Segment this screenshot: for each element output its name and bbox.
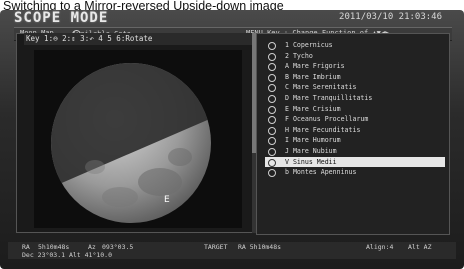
target-name: F Oceanus Procellarum (285, 115, 369, 124)
target-ring-icon (268, 169, 276, 178)
target-list-item[interactable]: J Mare Nubium (265, 146, 445, 157)
target-name: 2 Tycho (285, 51, 313, 60)
mode-title: SCOPE MODE (14, 10, 109, 26)
target-list-panel: 1 Copernicus 2 Tycho A Mare Frigoris B Mare… (256, 33, 450, 235)
target-ring-icon (268, 94, 276, 103)
target-list: 1 Copernicus 2 Tycho A Mare Frigoris B Mare… (265, 40, 445, 178)
target-list-item[interactable]: A Mare Frigoris (265, 61, 445, 72)
target-list-item[interactable]: E Mare Crisium (265, 104, 445, 115)
target-ring-icon (268, 73, 276, 82)
target-name: 1 Copernicus (285, 41, 333, 49)
target-list-item[interactable]: I Mare Humorum (265, 135, 445, 146)
target-name: J Mare Nubium (285, 146, 337, 155)
mount-mode: Alt AZ (408, 243, 432, 251)
dec-alt-line: Dec 23°03.1 Alt 41°10.0 (22, 251, 113, 259)
target-name: E Mare Crisium (285, 104, 341, 113)
selected-target-marker: E (164, 195, 170, 205)
target-ring-icon (268, 105, 276, 114)
target-ring-icon (268, 158, 276, 167)
ra-label: RA (22, 243, 30, 251)
status-bar: RA 5h10m48s Az 093°03.5 TARGET RA 5h10m4… (8, 242, 456, 259)
target-list-item[interactable]: b Montes Apenninus (265, 167, 445, 178)
datetime: 2011/03/10 21:03:46 (339, 12, 442, 22)
target-name: D Mare Tranquillitatis (285, 93, 373, 102)
target-list-item[interactable]: C Mare Serenitatis (265, 82, 445, 93)
target-name: C Mare Serenitatis (285, 83, 357, 92)
target-name: A Mare Frigoris (285, 62, 345, 71)
target-list-item[interactable]: V Sinus Medii (265, 156, 445, 168)
az-value: 093°03.5 (102, 243, 134, 251)
target-ring-icon (268, 137, 276, 146)
target-ring-icon (268, 116, 276, 125)
target-list-item[interactable]: 2 Tycho (265, 51, 445, 62)
target-list-item[interactable]: 1 Copernicus (265, 40, 445, 51)
target-ring-icon (268, 52, 276, 61)
target-ring-icon (268, 84, 276, 93)
moon-image (51, 63, 211, 223)
target-ring-icon (268, 42, 276, 50)
target-label: TARGET (204, 243, 228, 251)
target-list-item[interactable]: F Oceanus Procellarum (265, 114, 445, 125)
marker-label: E (164, 195, 170, 205)
target-name: B Mare Imbrium (285, 72, 341, 81)
target-list-item[interactable]: B Mare Imbrium (265, 72, 445, 83)
target-list-item[interactable]: D Mare Tranquillitatis (265, 93, 445, 104)
target-list-item[interactable]: H Mare Fecunditatis (265, 125, 445, 136)
target-name: V Sinus Medii (285, 157, 337, 166)
target-ring-icon (268, 126, 276, 135)
target-ring-icon (268, 63, 276, 72)
ra-value: 5h10m48s (38, 243, 70, 251)
az-label: Az (88, 243, 96, 251)
target-name: b Montes Apenninus (285, 168, 357, 177)
target-name: H Mare Fecunditatis (285, 125, 361, 134)
target-ring-icon (268, 147, 276, 156)
align-status: Align:4 (366, 243, 394, 251)
target-name: I Mare Humorum (285, 136, 341, 145)
target-ra: RA 5h10m48s (238, 243, 282, 251)
moon-viewport[interactable]: E (34, 50, 242, 228)
key-hint-bar: Key 1:⊖ 2:⇕ 3:↶ 4 5 6:Rotate (24, 33, 252, 45)
